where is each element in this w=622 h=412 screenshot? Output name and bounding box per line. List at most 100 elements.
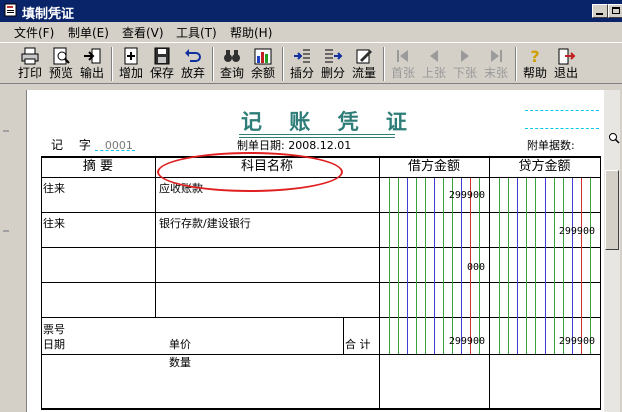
help-icon: ? xyxy=(530,47,539,65)
credit-digit-grid xyxy=(499,178,591,354)
left-margin-marker xyxy=(2,224,12,232)
preview-icon xyxy=(53,47,70,65)
maximize-button[interactable] xyxy=(608,4,622,18)
balance-label: 余额 xyxy=(250,66,275,80)
ticket-date-label: 日期 xyxy=(43,338,65,351)
maximize-icon xyxy=(612,7,620,14)
header-account: 科目名称 xyxy=(240,159,293,174)
exit-button[interactable]: 退出 xyxy=(552,46,580,82)
unit-price-label: 单价 xyxy=(169,338,191,351)
dot-icon xyxy=(3,130,9,132)
dot-icon xyxy=(3,230,9,232)
date-value: 2008.12.01 xyxy=(288,139,352,152)
print-button[interactable]: 打印 xyxy=(16,46,44,82)
window-title: 填制凭证 xyxy=(22,7,75,22)
menu-voucher[interactable]: 制单(E) xyxy=(68,24,109,41)
insert-split-button[interactable]: 插分 xyxy=(288,46,316,82)
grid-line xyxy=(155,156,156,318)
voucher-title: 记 账 凭 证 xyxy=(241,109,417,134)
grid-line xyxy=(41,156,42,410)
title-underline xyxy=(239,134,395,135)
menu-view[interactable]: 查看(V) xyxy=(122,24,164,41)
voucher-type[interactable]: 记 字 0001 xyxy=(51,136,133,153)
total-label: 合 计 xyxy=(345,338,371,351)
minimize-button[interactable] xyxy=(592,4,608,18)
total-credit: 299900 xyxy=(558,336,595,347)
voucher-type-label: 记 字 xyxy=(51,138,97,152)
prev-button[interactable]: 上张 xyxy=(420,46,448,82)
menu-help[interactable]: 帮助(H) xyxy=(230,24,272,41)
grid-line xyxy=(343,318,344,354)
flow-button[interactable]: 流量 xyxy=(350,46,378,82)
date-label: 制单日期: xyxy=(237,139,285,152)
app-icon xyxy=(4,3,17,17)
toolbar: 打印 预览 输出 增加 保存 放弃 查询 余额 插分 删分 流量 首张 上张 下… xyxy=(0,42,622,84)
discard-button[interactable]: 放弃 xyxy=(179,46,207,82)
flow-icon xyxy=(356,49,372,64)
total-debit: 299900 xyxy=(448,336,485,347)
title-bar: 填制凭证 xyxy=(0,0,622,22)
delete-split-button[interactable]: 删分 xyxy=(319,46,347,82)
row2-account[interactable]: 银行存款/建设银行 xyxy=(159,215,251,231)
prev-icon xyxy=(430,50,438,62)
attachments-field[interactable]: 附单据数: xyxy=(527,137,575,153)
attachments-label: 附单据数: xyxy=(527,139,575,152)
menu-tools[interactable]: 工具(T) xyxy=(176,24,217,41)
delete-row-icon xyxy=(325,49,343,63)
help-button[interactable]: ? 帮助 xyxy=(521,46,549,82)
discard-label: 放弃 xyxy=(180,66,205,80)
add-button[interactable]: 增加 xyxy=(117,46,145,82)
insert-row-icon xyxy=(294,49,310,63)
ticket-number-label: 票号 xyxy=(43,323,65,336)
menu-file[interactable]: 文件(F) xyxy=(14,24,54,41)
voucher-grid: 摘 要 科目名称 借方金额 贷方金额 往来 应收账款 299900 往来 银行存… xyxy=(41,152,601,412)
binoculars-icon xyxy=(224,50,240,62)
row3-debit[interactable]: 000 xyxy=(381,262,485,273)
voucher-window: 填制凭证 文件(F) 制单(E) 查看(V) 工具(T) 帮助(H) 打印 预览… xyxy=(0,0,622,412)
last-label: 末张 xyxy=(483,66,508,80)
menu-bar: 文件(F) 制单(E) 查看(V) 工具(T) 帮助(H) xyxy=(0,22,622,42)
last-icon xyxy=(491,50,502,62)
svg-text:?: ? xyxy=(530,47,539,65)
row2-credit[interactable]: 299900 xyxy=(491,226,595,237)
add-icon xyxy=(124,47,138,65)
output-button[interactable]: 输出 xyxy=(78,46,106,82)
work-area: 记 账 凭 证 记 字 0001 制单日期: 2008.12.01 附单据数: xyxy=(0,84,622,412)
header-credit: 贷方金额 xyxy=(518,159,571,174)
row1-summary[interactable]: 往来 xyxy=(43,180,65,196)
grid-line xyxy=(41,354,601,355)
minimize-icon xyxy=(596,13,603,15)
flow-label: 流量 xyxy=(351,66,376,80)
header-summary: 摘 要 xyxy=(82,159,114,174)
magnifier-icon[interactable] xyxy=(608,132,620,144)
exit-icon xyxy=(558,48,576,65)
grid-line xyxy=(600,156,601,410)
row1-debit[interactable]: 299900 xyxy=(381,190,485,201)
grid-line xyxy=(41,408,601,410)
dashed-guide xyxy=(525,128,599,129)
balance-button[interactable]: 余额 xyxy=(249,46,277,82)
next-icon xyxy=(461,50,469,62)
left-margin-marker xyxy=(2,124,12,132)
next-button[interactable]: 下张 xyxy=(451,46,479,82)
last-button[interactable]: 末张 xyxy=(482,46,510,82)
save-button[interactable]: 保存 xyxy=(148,46,176,82)
first-button[interactable]: 首张 xyxy=(389,46,417,82)
header-debit: 借方金额 xyxy=(407,159,460,174)
save-icon xyxy=(154,47,170,65)
first-icon xyxy=(397,50,408,62)
balance-chart-icon xyxy=(254,48,272,65)
preview-button[interactable]: 预览 xyxy=(47,46,75,82)
row2-summary[interactable]: 往来 xyxy=(43,215,65,231)
exit-label: 退出 xyxy=(553,66,578,80)
voucher-number: 0001 xyxy=(104,139,133,152)
dashed-guide xyxy=(525,110,599,111)
voucher-paper: 记 账 凭 证 记 字 0001 制单日期: 2008.12.01 附单据数: xyxy=(26,90,605,412)
output-icon xyxy=(84,48,101,64)
printer-icon xyxy=(21,47,39,65)
undo-icon xyxy=(185,49,201,62)
query-button[interactable]: 查询 xyxy=(218,46,246,82)
voucher-date[interactable]: 制单日期: 2008.12.01 xyxy=(237,137,351,153)
row1-account[interactable]: 应收账款 xyxy=(159,180,203,196)
scroll-thumb[interactable] xyxy=(605,170,619,250)
